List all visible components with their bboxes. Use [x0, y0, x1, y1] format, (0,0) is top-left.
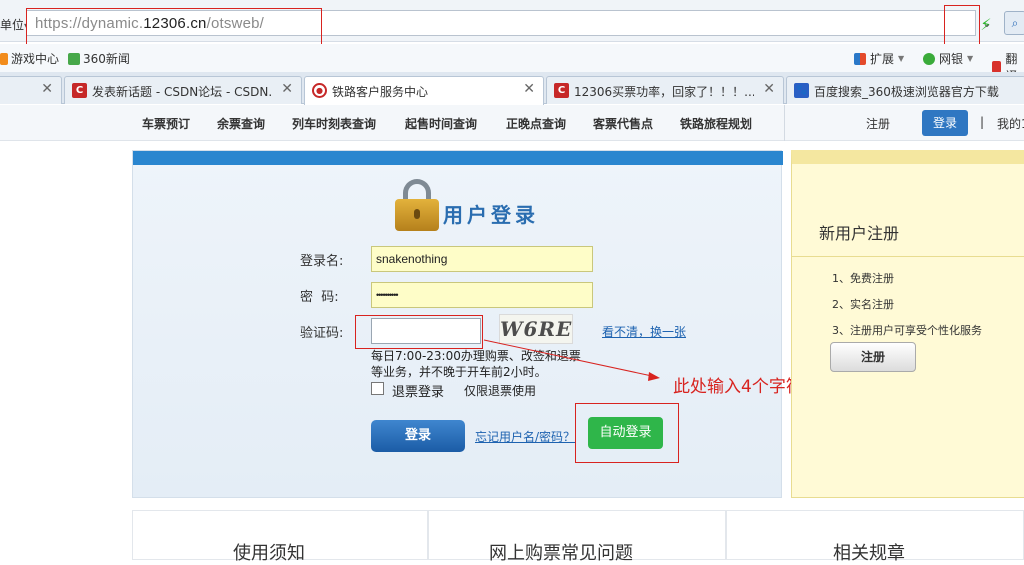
extensions-label: 扩展	[870, 52, 895, 66]
close-icon[interactable]: ✕	[41, 81, 53, 97]
tab-previous[interactable]: ✕	[0, 76, 62, 104]
360-news-icon	[68, 52, 80, 65]
nav-divider	[784, 105, 785, 141]
nav-separator: |	[980, 115, 985, 129]
netbank-icon	[923, 52, 935, 65]
annotation-box-lightning	[944, 5, 980, 48]
netbank-label: 网银	[939, 52, 964, 66]
tab-label: 铁路客户服务中心	[332, 85, 429, 99]
nav-login-button[interactable]: 登录	[922, 110, 968, 136]
netbank-menu[interactable]: 网银 ▼	[923, 50, 973, 67]
extensions-icon	[854, 52, 866, 65]
register-panel: 新用户注册 1、免费注册 2、实名注册 3、注册用户可享受个性化服务 注册	[791, 150, 1024, 498]
tab-strip: ✕ C 发表新话题 - CSDN论坛 - CSDN... ✕ ● 铁路客户服务中…	[0, 72, 1024, 105]
login-button[interactable]: 登录	[371, 420, 465, 452]
password-input[interactable]: ••••••••••	[371, 282, 593, 308]
extensions-menu[interactable]: 扩展 ▼	[854, 50, 904, 67]
lock-icon	[395, 179, 439, 231]
login-panel: 用户登录 登录名: snakenothing 密 码: •••••••••• 验…	[132, 150, 783, 498]
tab-label: 发表新话题 - CSDN论坛 - CSDN...	[92, 85, 272, 99]
favorite-label: 360新闻	[83, 52, 130, 66]
nav-item-remaining-tickets[interactable]: 余票查询	[217, 115, 265, 132]
regulations-title[interactable]: 相关规章	[833, 539, 905, 565]
favorite-360-news[interactable]: 360新闻	[68, 50, 130, 67]
baidu-icon: 🐾	[794, 83, 809, 98]
register-benefit-item: 2、实名注册	[832, 298, 894, 311]
faq-title[interactable]: 网上购票常见问题	[489, 539, 633, 565]
register-divider	[792, 256, 1024, 257]
site-nav: 车票预订 余票查询 列车时刻表查询 起售时间查询 正晚点查询 客票代售点 铁路旅…	[0, 105, 1024, 141]
search-icon[interactable]: ⌕	[1004, 11, 1024, 35]
address-left-text: 单位	[0, 18, 25, 32]
captcha-image[interactable]: W6RE	[499, 314, 573, 344]
close-icon[interactable]: ✕	[523, 81, 535, 97]
faq-card: 网上购票常见问题	[428, 510, 726, 564]
csdn-icon: C	[72, 83, 87, 98]
refund-login-checkbox[interactable]	[371, 382, 384, 395]
register-button[interactable]: 注册	[830, 342, 916, 372]
tab-label: 12306买票功率，回家了！！！...	[574, 85, 754, 99]
csdn-icon: C	[554, 83, 569, 98]
annotation-box-url	[26, 8, 322, 48]
auto-login-button[interactable]: 自动登录	[588, 417, 663, 449]
chevron-down-icon: ▼	[898, 54, 905, 63]
register-benefit-item: 3、注册用户可享受个性化服务	[832, 324, 982, 337]
chevron-down-icon: ▼	[967, 54, 974, 63]
annotation-box-captcha	[355, 315, 483, 349]
nav-item-agents[interactable]: 客票代售点	[593, 115, 653, 132]
nav-item-delay-query[interactable]: 正晚点查询	[506, 115, 566, 132]
address-dropdown-icon[interactable]: ⌄	[978, 12, 996, 36]
register-title: 新用户注册	[819, 224, 900, 243]
login-title: 用户登录	[443, 203, 539, 227]
refund-login-label[interactable]: 退票登录	[392, 381, 444, 400]
username-input[interactable]: snakenothing	[371, 246, 593, 272]
tab-railway[interactable]: ● 铁路客户服务中心 ✕	[304, 76, 544, 105]
railway-icon: ●	[312, 83, 327, 98]
password-label: 密 码:	[300, 290, 339, 305]
favorites-bar: 游戏中心 360新闻 扩展 ▼ 网银 ▼ 翻译	[0, 44, 1024, 83]
game-center-icon	[0, 52, 8, 65]
tab-12306-post[interactable]: C 12306买票功率，回家了！！！... ✕	[546, 76, 784, 104]
usage-notice-card: 使用须知	[132, 510, 428, 564]
nav-item-trip-planner[interactable]: 铁路旅程规划	[680, 115, 752, 132]
refund-login-note: 仅限退票使用	[464, 384, 537, 398]
nav-my-account-link[interactable]: 我的12306	[997, 115, 1024, 132]
favorite-game-center[interactable]: 游戏中心	[0, 50, 59, 67]
tab-csdn-topic[interactable]: C 发表新话题 - CSDN论坛 - CSDN... ✕	[64, 76, 302, 104]
regulations-card: 相关规章	[726, 510, 1024, 564]
address-bar-row: 单位▼ https://dynamic.12306.cn/otsweb/ ⚡ ⌄…	[0, 0, 1024, 48]
tab-baidu[interactable]: 🐾 百度搜索_360极速浏览器官方下载	[786, 76, 1024, 104]
usage-notice-title[interactable]: 使用须知	[233, 539, 305, 565]
nav-item-ticket-booking[interactable]: 车票预订	[142, 115, 190, 132]
register-benefit-item: 1、免费注册	[832, 272, 894, 285]
username-label: 登录名:	[300, 254, 344, 269]
tab-label: 百度搜索_360极速浏览器官方下载	[814, 85, 999, 99]
business-hours-hint: 每日7:00-23:00办理购票、改签和退票等业务，并不晚于开车前2小时。	[371, 349, 581, 379]
captcha-refresh-link[interactable]: 看不清，换一张	[602, 323, 686, 340]
nav-item-sale-time[interactable]: 起售时间查询	[405, 115, 477, 132]
close-icon[interactable]: ✕	[281, 81, 293, 97]
login-panel-topbar	[133, 151, 783, 165]
favorite-label: 游戏中心	[11, 52, 60, 66]
nav-register-link[interactable]: 注册	[866, 115, 890, 132]
nav-item-timetable[interactable]: 列车时刻表查询	[292, 115, 376, 132]
forgot-password-link[interactable]: 忘记用户名/密码？	[475, 428, 575, 445]
captcha-label: 验证码:	[300, 326, 344, 341]
close-icon[interactable]: ✕	[763, 81, 775, 97]
